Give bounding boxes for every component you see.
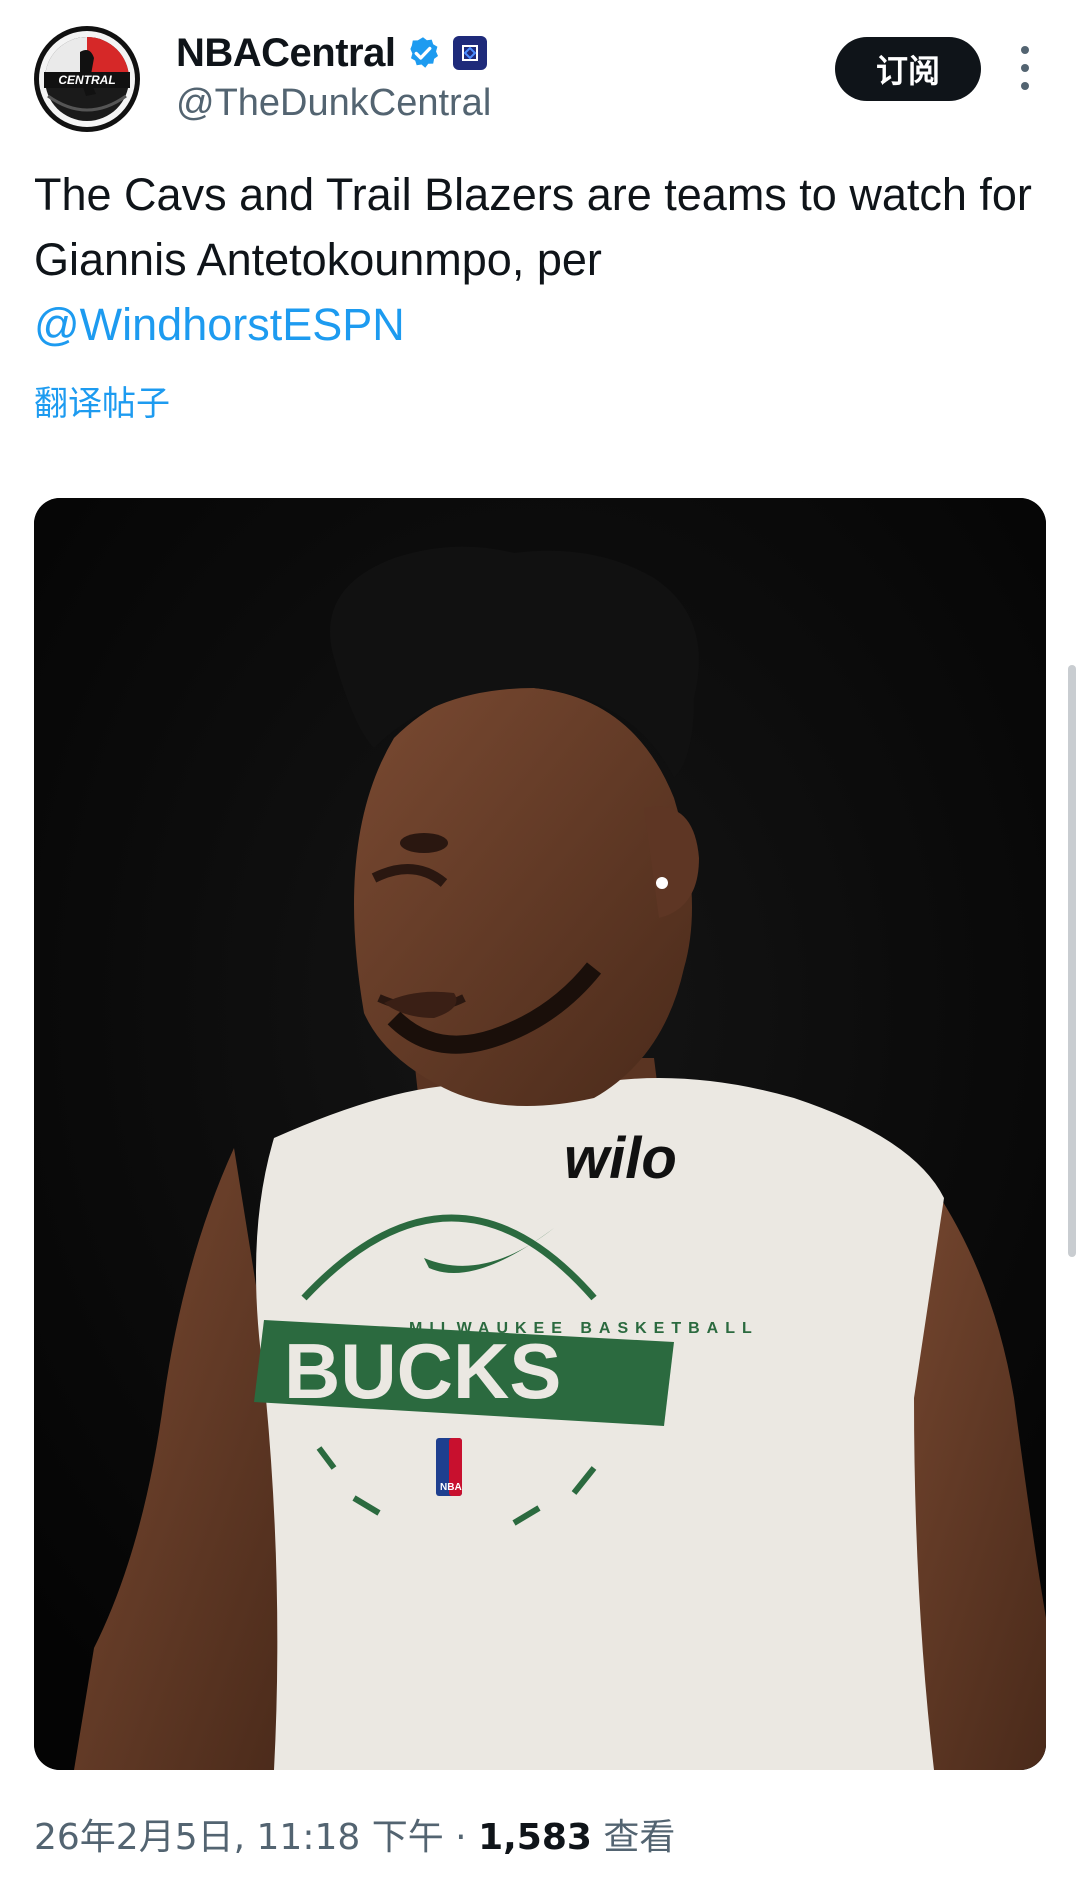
views-count: 1,583 [478, 1817, 592, 1858]
author-name-row: NBACentral [176, 28, 488, 78]
timestamp[interactable]: 26年2月5日, 11:18 下午 [34, 1817, 444, 1858]
basketball-logo-icon: CENTRAL [35, 27, 139, 131]
affiliate-badge-icon [453, 36, 488, 70]
jersey-sponsor: wilo [564, 1126, 677, 1191]
author-avatar[interactable]: CENTRAL [34, 26, 140, 132]
tweet-meta: 26年2月5日, 11:18 下午 · 1,583 查看 [34, 1808, 675, 1860]
translate-post-link[interactable]: 翻译帖子 [34, 376, 170, 425]
jersey-team-name: BUCKS [284, 1327, 561, 1415]
views-label: 查看 [603, 1817, 676, 1858]
author-handle[interactable]: @TheDunkCentral [176, 82, 491, 125]
subscribe-button[interactable]: 订阅 [835, 37, 981, 101]
scrollbar[interactable] [1068, 665, 1076, 1257]
mention-link[interactable]: @WindhorstESPN [34, 292, 1044, 357]
tweet-text: The Cavs and Trail Blazers are teams to … [34, 169, 1032, 285]
jersey-nba-logo: NBA [440, 1482, 462, 1493]
player-photo-illustration: wilo MILWAUKEE BASKETBALL BUCKS NBA [34, 498, 1046, 1770]
tweet-body: The Cavs and Trail Blazers are teams to … [34, 162, 1044, 357]
tweet-header: CENTRAL NBACentral @TheDunkCentral 订阅 [0, 0, 1080, 150]
meta-separator: · [455, 1817, 467, 1858]
author-display-name[interactable]: NBACentral [176, 31, 396, 76]
avatar-wordmark: CENTRAL [58, 73, 115, 87]
tweet-photo[interactable]: wilo MILWAUKEE BASKETBALL BUCKS NBA [34, 498, 1046, 1770]
verified-badge-icon [410, 37, 439, 68]
more-options-icon[interactable] [1010, 46, 1040, 90]
